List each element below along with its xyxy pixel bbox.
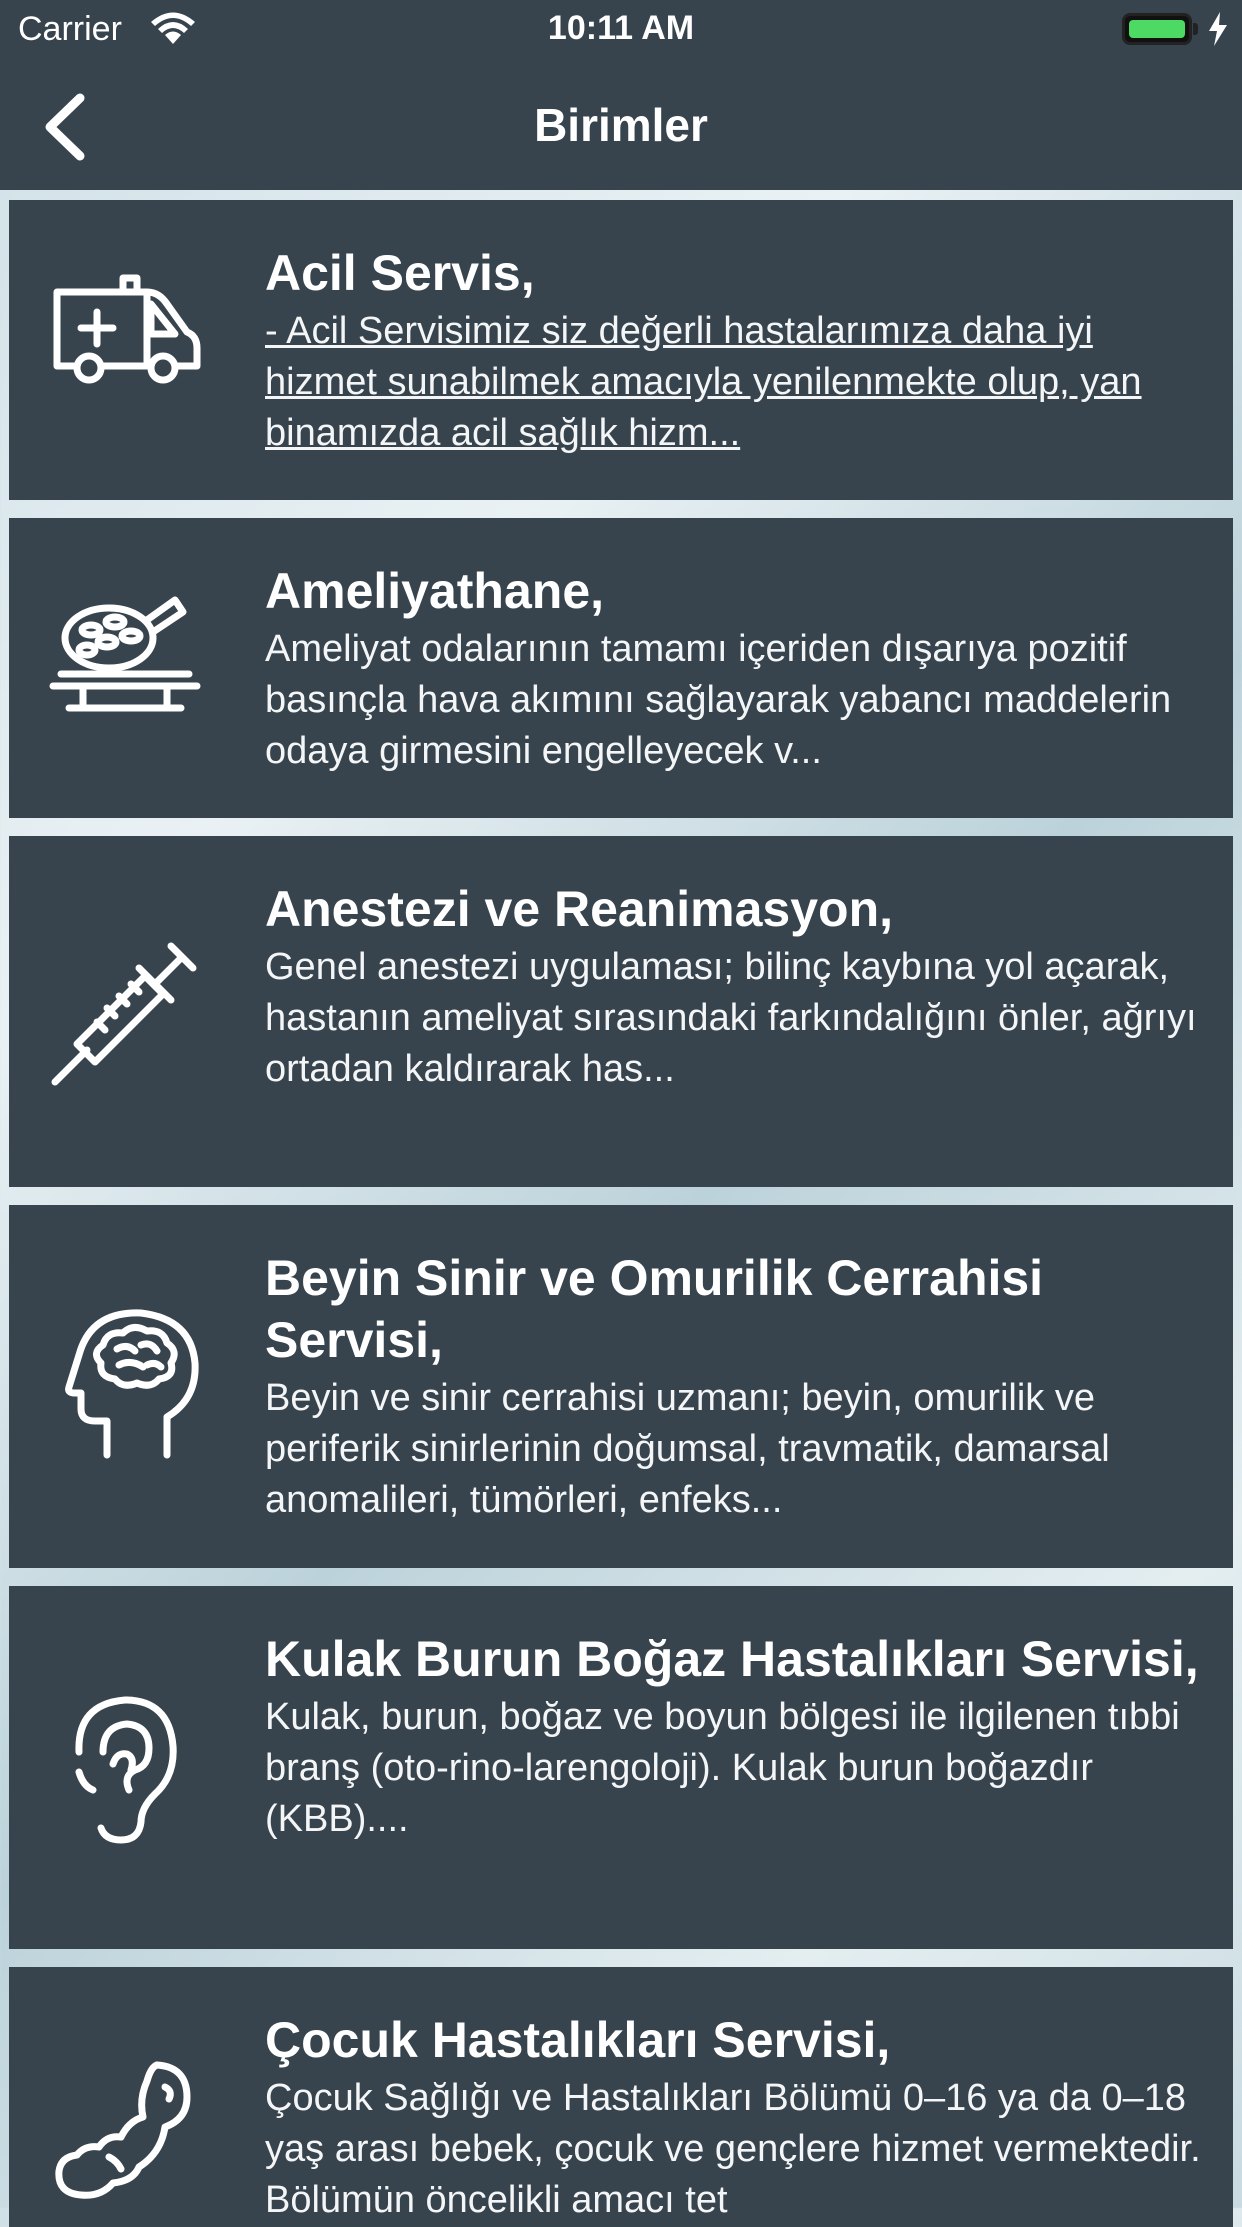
unit-title: Kulak Burun Boğaz Hastalıkları Servisi,: [265, 1631, 1199, 1687]
unit-card-kulak-burun-bogaz[interactable]: Kulak Burun Boğaz Hastalıkları Servisi, …: [9, 1586, 1233, 1949]
unit-card-beyin-sinir-ve-omurilik-cerrahisi[interactable]: Beyin Sinir ve Omurilik Cerrahisi Servis…: [9, 1205, 1233, 1568]
navigation-bar: Birimler: [0, 60, 1242, 190]
unit-title: Ameliyathane,: [265, 563, 605, 619]
battery-tip: [1193, 23, 1198, 35]
operating-lamp-icon: [47, 590, 207, 750]
unit-description: Beyin ve sinir cerrahisi uzmanı; beyin, …: [265, 1377, 1110, 1521]
unit-card-anestezi-ve-reanimasyon[interactable]: Anestezi ve Reanimasyon, Genel anestezi …: [9, 836, 1233, 1187]
unit-title: Beyin Sinir ve Omurilik Cerrahisi Servis…: [265, 1250, 1044, 1368]
unit-description-link[interactable]: - Acil Servisimiz siz değerli hastalarım…: [265, 306, 1203, 459]
unit-description: Genel anestezi uygulaması; bilinç kaybın…: [265, 946, 1197, 1090]
syringe-icon: [47, 932, 207, 1092]
ambulance-icon: [47, 270, 207, 430]
status-bar: Carrier 10:11 AM: [0, 0, 1242, 60]
unit-card-cocuk-hastaliklari[interactable]: Çocuk Hastalıkları Servisi, Çocuk Sağlığ…: [9, 1967, 1233, 2227]
unit-title: Acil Servis,: [265, 245, 535, 301]
unit-card-acil-servis[interactable]: Acil Servis, - Acil Servisimiz siz değer…: [9, 200, 1233, 500]
clock: 10:11 AM: [547, 9, 695, 47]
baby-icon: [47, 2057, 207, 2217]
unit-title: Anestezi ve Reanimasyon,: [265, 881, 894, 937]
unit-description: Kulak, burun, boğaz ve boyun bölgesi ile…: [265, 1696, 1180, 1840]
battery-icon: [1122, 13, 1192, 45]
brain-head-icon: [47, 1305, 207, 1465]
unit-description: Çocuk Sağlığı ve Hastalıkları Bölümü 0–1…: [265, 2077, 1201, 2221]
unit-description: Ameliyat odalarının tamamı içeriden dışa…: [265, 628, 1172, 772]
unit-card-ameliyathane[interactable]: Ameliyathane, Ameliyat odalarının tamamı…: [9, 518, 1233, 818]
page-title: Birimler: [534, 99, 708, 151]
unit-title: Çocuk Hastalıkları Servisi,: [265, 2012, 891, 2068]
charging-bolt-icon: [1208, 12, 1228, 50]
ear-icon: [47, 1690, 207, 1850]
